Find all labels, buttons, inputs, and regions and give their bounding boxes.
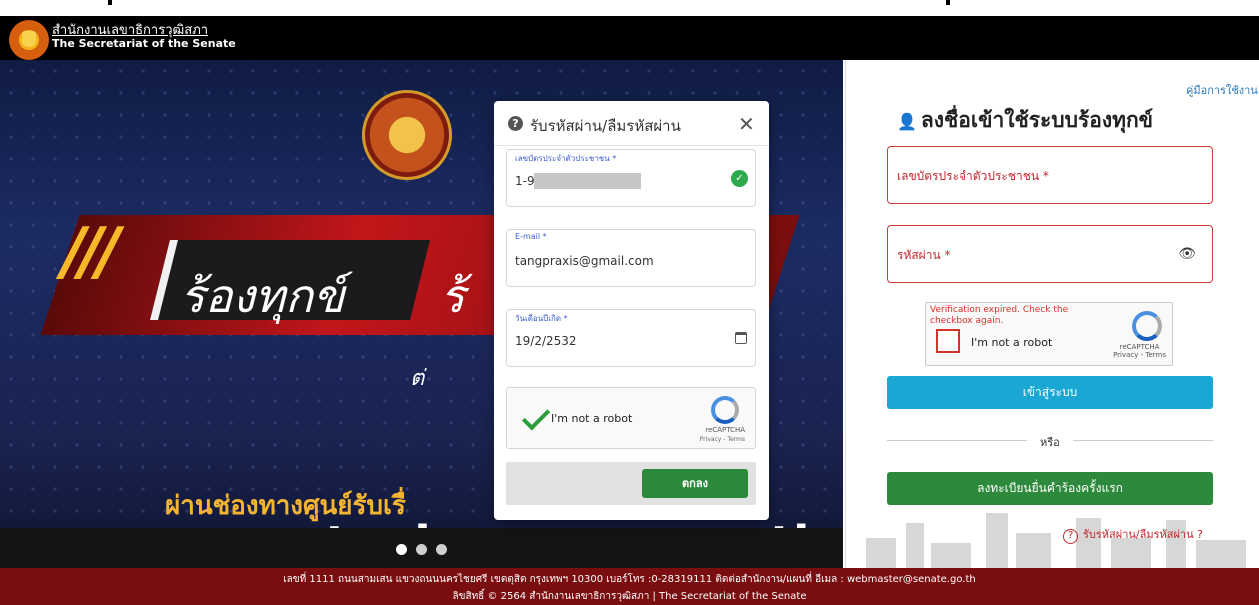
forgot-password-modal: ? รับรหัสผ่าน/ลืมรหัสผ่าน ✕ เลขบัตรประจำ… [494,101,769,520]
strip-mark [946,0,950,5]
check-circle-icon: ✓ [731,170,748,187]
modal-dob-field[interactable]: วันเดือนปีเกิด * 19/2/2532 [506,309,756,367]
top-strip [0,0,1259,16]
recaptcha-error-text: Verification expired. Check the checkbox… [930,305,1069,326]
strip-mark [108,0,112,5]
citizen-id-label: เลขบัตรประจำตัวประชาชน * [897,169,1049,183]
question-circle-icon: ? [1063,529,1078,544]
modal-email-label: E-mail * [515,232,547,241]
recaptcha-terms[interactable]: Privacy - Terms [700,436,745,443]
question-circle-icon: ? [508,116,523,131]
modal-citizen-id-label: เลขบัตรประจำตัวประชาชน * [515,154,617,163]
login-title: 👤 ลงชื่อเข้าใช้ระบบร้องทุกข์ [897,104,1153,137]
recaptcha-logo-icon [711,396,739,424]
modal-email-value: tangpraxis@gmail.com [515,254,654,268]
recaptcha-logo-icon [1132,311,1162,341]
modal-dob-value: 19/2/2532 [515,334,577,348]
banner-sub-text: ต่ [410,366,425,391]
calendar-icon[interactable] [735,332,747,344]
recaptcha-checkmark-icon[interactable] [521,402,551,431]
redacted-mask [534,173,641,189]
password-input[interactable]: รหัสผ่าน * 👁 [887,225,1213,283]
slide-dot-3[interactable] [436,544,447,555]
banner-main-text: ร้องทุกข์ [180,269,345,323]
divider-line [887,440,1027,441]
user-manual-link[interactable]: คู่มือการใช้งาน [1186,81,1258,99]
user-icon: 👤 [897,112,917,131]
footer: เลขที่ 1111 ถนนสามเสน แขวงถนนนครไชยศรี เ… [0,568,1259,605]
slide-dot-2[interactable] [416,544,427,555]
footer-copyright: ลิขสิทธิ์ © 2564 สำนักงานเลขาธิการวุฒิสภ… [452,591,807,602]
footer-address: เลขที่ 1111 ถนนสามเสน แขวงถนนนครไชยศรี เ… [283,574,976,585]
banner-slashes: /// [62,215,120,289]
recaptcha-label: I'm not a robot [971,336,1053,349]
citizen-id-input[interactable]: เลขบัตรประจำตัวประชาชน * [887,146,1213,204]
recaptcha-brand: reCAPTCHA Privacy - Terms [1113,343,1166,359]
recaptcha-brand: reCAPTCHA [705,426,745,434]
modal-title: รับรหัสผ่าน/ลืมรหัสผ่าน [530,117,681,135]
divider-line [1073,440,1213,441]
senate-seal-image [362,90,452,180]
register-button[interactable]: ลงทะเบียนยื่นคำร้องครั้งแรก [887,472,1213,505]
modal-citizen-id-field[interactable]: เลขบัตรประจำตัวประชาชน * 1-96 ✓ [506,149,756,207]
or-text: หรือ [1040,436,1060,449]
modal-header: ? รับรหัสผ่าน/ลืมรหัสผ่าน ✕ [494,101,769,146]
modal-email-field[interactable]: E-mail * tangpraxis@gmail.com [506,229,756,287]
site-title-en: The Secretariat of the Senate [52,37,236,50]
modal-dob-label: วันเดือนปีเกิด * [515,314,568,323]
close-icon[interactable]: ✕ [738,112,755,136]
login-button[interactable]: เข้าสู่ระบบ [887,376,1213,409]
eye-slash-icon[interactable]: 👁 [1178,246,1196,262]
recaptcha-checkbox[interactable] [936,329,960,353]
banner-main-text-2: ร้ [440,269,465,323]
forgot-password-text: รับรหัสผ่าน/ลืมรหัสผ่าน ? [1083,528,1203,541]
login-recaptcha: Verification expired. Check the checkbox… [925,302,1173,366]
modal-footer: ตกลง [506,462,756,505]
ok-button[interactable]: ตกลง [642,469,748,498]
password-label: รหัสผ่าน * [897,248,951,262]
forgot-password-link[interactable]: ? รับรหัสผ่าน/ลืมรหัสผ่าน ? [1063,525,1203,544]
slide-dot-1[interactable] [396,544,407,555]
senate-logo[interactable] [9,20,49,60]
modal-recaptcha: I'm not a robot reCAPTCHA Privacy - Term… [506,387,756,449]
or-divider: หรือ [887,432,1213,449]
modal-recaptcha-label: I'm not a robot [551,412,633,425]
login-title-text: ลงชื่อเข้าใช้ระบบร้องทุกข์ [920,108,1154,132]
